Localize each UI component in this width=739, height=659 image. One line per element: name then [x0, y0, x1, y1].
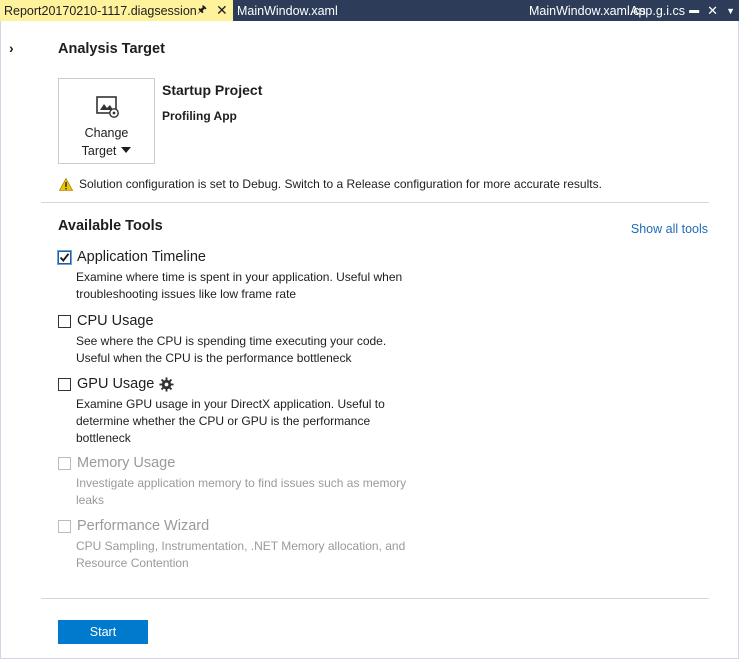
start-button[interactable]: Start [58, 620, 148, 644]
show-all-tools-link[interactable]: Show all tools [631, 222, 708, 236]
tool-description: See where the CPU is spending time execu… [76, 334, 387, 365]
tool-description: CPU Sampling, Instrumentation, .NET Memo… [76, 539, 406, 570]
tool-cpu-usage: CPU Usage See where the CPU is spending … [58, 312, 418, 367]
change-target-label: Change [84, 126, 129, 140]
tool-gpu-usage: GPU Usage Examine GPU usage in your Dire… [58, 375, 418, 447]
tab-label: MainWindow.xaml [237, 3, 338, 18]
tab-mainwindow-xaml[interactable]: MainWindow.xaml [233, 0, 379, 21]
tool-description: Investigate application memory to find i… [76, 476, 407, 507]
gpu-usage-checkbox[interactable] [58, 377, 71, 391]
tool-application-timeline: Application Timeline Examine where time … [57, 248, 418, 303]
configuration-warning: Solution configuration is set to Debug. … [59, 177, 602, 191]
change-target-label: Target [81, 144, 117, 158]
section-divider [41, 202, 709, 203]
available-tools-heading: Available Tools [58, 218, 163, 234]
analysis-target-heading: Analysis Target [58, 41, 165, 57]
startup-project-value: Profiling App [162, 109, 237, 123]
document-tab-bar: Report20170210-1117.diagsession 🖈︎ ✕ Mai… [0, 0, 739, 21]
tool-memory-usage: Memory Usage Investigate application mem… [58, 454, 418, 509]
caret-down-icon [121, 147, 132, 153]
tab-report-diagsession[interactable]: Report20170210-1117.diagsession 🖈︎ ✕ [0, 0, 233, 21]
close-icon[interactable]: ✕ [216, 2, 228, 19]
memory-usage-checkbox [58, 456, 71, 470]
tool-name: Application Timeline [77, 249, 206, 265]
warning-icon [59, 177, 73, 191]
tool-performance-wizard: Performance Wizard CPU Sampling, Instrum… [58, 517, 418, 572]
change-target-button[interactable]: Change Target [58, 78, 155, 164]
performance-wizard-checkbox [58, 519, 71, 533]
close-icon[interactable]: ✕ [707, 3, 718, 19]
tool-name: Performance Wizard [77, 518, 210, 534]
startup-project-title: Startup Project [162, 82, 263, 98]
application-timeline-checkbox[interactable] [57, 249, 72, 265]
tool-name: CPU Usage [77, 313, 154, 329]
target-settings-icon [95, 94, 121, 125]
tab-app-g-i-cs[interactable]: App.g.i.cs [626, 0, 685, 21]
tab-mainwindow-xaml-cs[interactable]: MainWindow.xaml.cs [379, 0, 646, 21]
tool-name: Memory Usage [77, 455, 176, 471]
chevron-down-icon[interactable]: ▼ [726, 6, 735, 16]
tool-description: Examine where time is spent in your appl… [76, 270, 403, 301]
cpu-usage-checkbox[interactable] [58, 314, 71, 328]
chevron-right-icon[interactable]: › [9, 40, 14, 56]
gear-icon[interactable] [159, 376, 174, 392]
tab-label: Report20170210-1117.diagsession [4, 3, 197, 18]
warning-text: Solution configuration is set to Debug. … [79, 177, 602, 191]
tool-description: Examine GPU usage in your DirectX applic… [76, 397, 385, 445]
pin-icon[interactable]: 🖈︎ [197, 1, 207, 20]
tab-label: App.g.i.cs [630, 3, 685, 18]
pin-icon[interactable]: ▬ [689, 5, 699, 16]
tool-name: GPU Usage [77, 376, 155, 392]
section-divider [41, 598, 709, 599]
diagnostic-session-panel: › Analysis Target Change Target Startup … [0, 21, 739, 659]
